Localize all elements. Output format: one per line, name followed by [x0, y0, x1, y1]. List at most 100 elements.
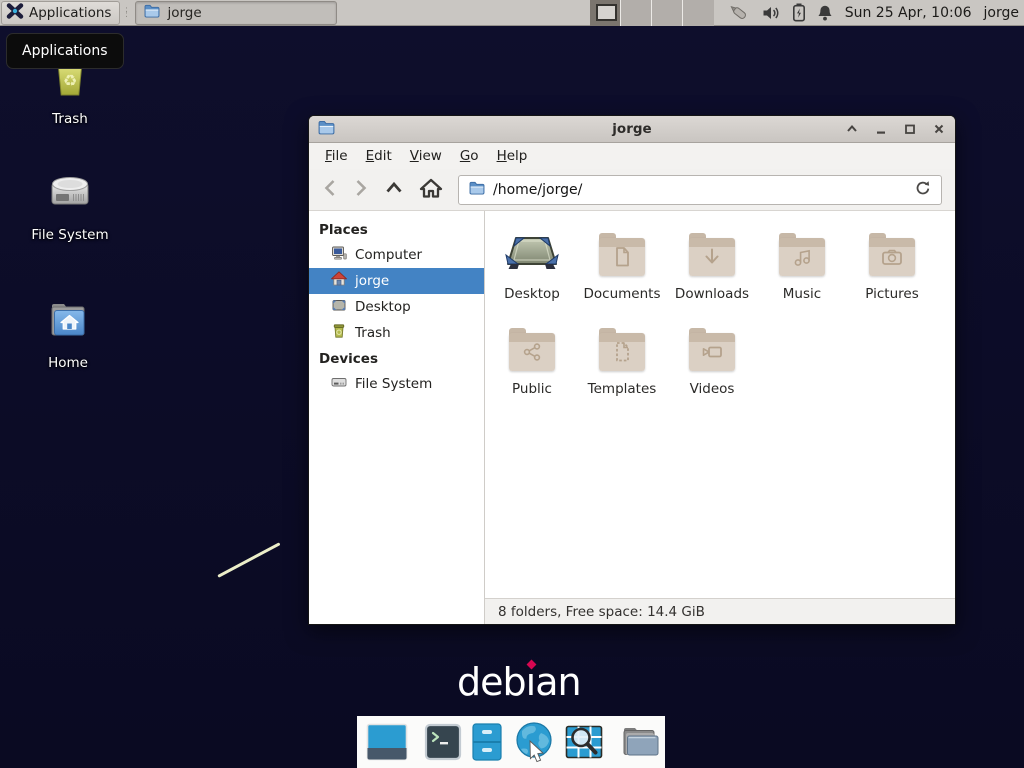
folder-item-public[interactable]: Public — [487, 318, 577, 413]
sidebar-item-file-system[interactable]: File System — [309, 371, 484, 397]
user-home-icon — [331, 271, 347, 291]
share-glyph — [522, 342, 542, 366]
workspace-pager — [590, 0, 714, 26]
stylus-stroke-artifact — [217, 542, 280, 578]
folder-label: Pictures — [865, 286, 918, 302]
battery-icon[interactable] — [792, 3, 806, 22]
folder-item-music[interactable]: Music — [757, 223, 847, 318]
home-folder-icon — [44, 296, 92, 348]
music-notes-glyph — [792, 247, 812, 271]
dock — [357, 716, 665, 768]
statusbar: 8 folders, Free space: 14.4 GiB — [485, 598, 955, 624]
desktop-icon-home[interactable]: Home — [20, 296, 116, 371]
hard-drive-icon — [46, 168, 94, 220]
tan-folder-icon — [689, 238, 735, 276]
volume-icon[interactable] — [762, 5, 781, 21]
video-camera-glyph — [701, 343, 723, 365]
menu-help[interactable]: Help — [488, 144, 537, 168]
template-document-glyph — [612, 341, 632, 367]
camera-glyph — [881, 247, 903, 271]
stylus-pen-icon[interactable] — [728, 3, 751, 23]
sidebar-item-label: jorge — [355, 273, 389, 289]
tan-folder-icon — [779, 238, 825, 276]
shade-button[interactable] — [845, 122, 859, 136]
forward-icon[interactable] — [353, 178, 369, 202]
files-area: Desktop Documents — [485, 211, 955, 598]
pager-window-thumbnail — [596, 4, 617, 21]
menu-file[interactable]: File — [316, 144, 357, 168]
sidebar-item-computer[interactable]: Computer — [309, 242, 484, 268]
desktop-icon-label: File System — [31, 227, 108, 243]
menu-edit[interactable]: Edit — [357, 144, 401, 168]
folder-label: Documents — [584, 286, 661, 302]
close-button[interactable] — [932, 122, 946, 136]
statusbar-text: 8 folders, Free space: 14.4 GiB — [498, 604, 705, 620]
minimize-button[interactable] — [874, 122, 888, 136]
workspace-1[interactable] — [590, 0, 621, 26]
top-panel: Applications :: jorge — [0, 0, 1024, 26]
sidebar-places-header: Places — [309, 217, 484, 242]
path-bar[interactable] — [458, 175, 942, 205]
tan-folder-icon — [689, 333, 735, 371]
terminal-launcher[interactable] — [424, 723, 462, 761]
tan-folder-icon — [599, 238, 645, 276]
folder-item-downloads[interactable]: Downloads — [667, 223, 757, 318]
window-body: Places Computer — [309, 211, 955, 624]
wordmark-left: deb — [457, 660, 526, 704]
svg-text:♻: ♻ — [63, 71, 77, 90]
menu-go[interactable]: Go — [451, 144, 488, 168]
workspace-2[interactable] — [621, 0, 652, 26]
wordmark-right: an — [535, 660, 580, 704]
applications-menu-button[interactable]: Applications — [1, 1, 120, 25]
file-manager-window: jorge File Edit View Go Help — [308, 115, 956, 625]
desktop-icon-label: Home — [48, 355, 88, 371]
notifications-bell-icon[interactable] — [817, 4, 833, 22]
show-desktop-button[interactable] — [366, 723, 408, 761]
sidebar: Places Computer — [309, 211, 485, 624]
desktop-surface-icon — [504, 233, 560, 277]
toolbar — [309, 169, 955, 211]
system-tray — [728, 3, 833, 23]
sidebar-item-desktop[interactable]: Desktop — [309, 294, 484, 320]
back-icon[interactable] — [322, 178, 338, 202]
desktop-icon-label: Trash — [52, 111, 88, 127]
window-titlebar[interactable]: jorge — [309, 116, 955, 143]
folder-label: Downloads — [675, 286, 749, 302]
workspace-3[interactable] — [652, 0, 683, 26]
folder-item-pictures[interactable]: Pictures — [847, 223, 937, 318]
applications-tooltip: Applications — [6, 33, 124, 69]
panel-username: jorge — [984, 5, 1019, 21]
folder-item-templates[interactable]: Templates — [577, 318, 667, 413]
sidebar-item-label: Desktop — [355, 299, 411, 315]
blue-folder-icon — [469, 180, 485, 199]
up-icon[interactable] — [384, 178, 404, 202]
sidebar-item-trash[interactable]: Trash — [309, 320, 484, 346]
folder-item-documents[interactable]: Documents — [577, 223, 667, 318]
menu-view[interactable]: View — [401, 144, 451, 168]
sidebar-item-label: Trash — [355, 325, 391, 341]
folder-item-videos[interactable]: Videos — [667, 318, 757, 413]
wordmark-i: ı — [526, 660, 536, 704]
taskbar-window-label: jorge — [167, 5, 201, 21]
folder-label: Templates — [588, 381, 657, 397]
folder-label: Desktop — [504, 286, 560, 302]
maximize-button[interactable] — [903, 122, 917, 136]
home-icon[interactable] — [419, 177, 443, 203]
hard-drive-icon — [331, 374, 347, 394]
folder-label: Public — [512, 381, 552, 397]
sidebar-item-jorge[interactable]: jorge — [309, 268, 484, 294]
workspace-4[interactable] — [683, 0, 714, 26]
folder-item-desktop[interactable]: Desktop — [487, 223, 577, 318]
panel-handle[interactable]: :: — [122, 3, 130, 23]
sidebar-devices-header: Devices — [309, 346, 484, 371]
web-browser-launcher[interactable] — [512, 720, 556, 764]
path-input[interactable] — [493, 182, 907, 198]
reload-icon[interactable] — [915, 180, 931, 200]
taskbar-window-button[interactable]: jorge — [135, 1, 337, 25]
application-finder-launcher[interactable] — [564, 722, 604, 762]
debian-wordmark: debıan — [457, 660, 581, 704]
panel-clock[interactable]: Sun 25 Apr, 10:06 — [845, 5, 972, 21]
desktop-icon-file-system[interactable]: File System — [22, 168, 118, 243]
file-cabinet-launcher[interactable] — [470, 722, 504, 762]
folder-launcher[interactable] — [620, 724, 660, 760]
